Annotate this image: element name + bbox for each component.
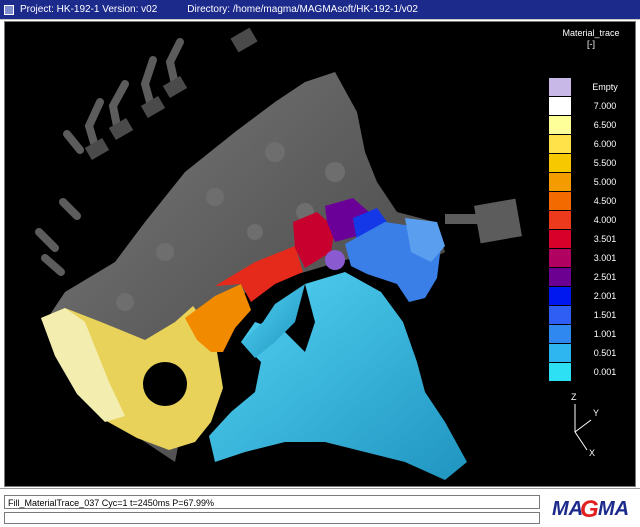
legend-unit: [-] bbox=[587, 39, 595, 49]
legend-swatch bbox=[549, 268, 571, 286]
legend-label: 5.500 bbox=[593, 158, 617, 168]
axis-x-label: X bbox=[589, 448, 596, 458]
casting-bore bbox=[143, 362, 187, 406]
status-secondary-field bbox=[4, 512, 540, 524]
legend-label: 0.501 bbox=[593, 348, 617, 358]
color-legend: Material_trace [-] Empty 7.000 6.500 6.000 5… bbox=[545, 28, 635, 388]
status-bar: Fill_MaterialTrace_037 Cyc=1 t=2450ms P=… bbox=[0, 488, 640, 527]
legend-label: 5.000 bbox=[593, 177, 617, 187]
legend-label: 2.001 bbox=[593, 291, 617, 301]
legend-label: 2.501 bbox=[593, 272, 617, 282]
legend-label: 1.001 bbox=[593, 329, 617, 339]
legend-entry: 5.000 bbox=[545, 173, 635, 191]
legend-swatch bbox=[549, 192, 571, 210]
status-message: Fill_MaterialTrace_037 Cyc=1 t=2450ms P=… bbox=[4, 495, 540, 509]
legend-entry: 2.001 bbox=[545, 287, 635, 305]
legend-entry: 5.500 bbox=[545, 154, 635, 172]
legend-label: 6.000 bbox=[593, 139, 617, 149]
legend-swatch bbox=[549, 135, 571, 153]
legend-entry: 7.000 bbox=[545, 97, 635, 115]
legend-label: 0.001 bbox=[593, 367, 617, 377]
violet-plug bbox=[325, 250, 345, 270]
legend-entry: 0.001 bbox=[545, 363, 635, 381]
legend-entry: 0.501 bbox=[545, 344, 635, 362]
window-menu-icon[interactable] bbox=[4, 4, 14, 15]
magma-logo: MA G MA bbox=[548, 493, 632, 523]
legend-swatch bbox=[549, 325, 571, 343]
legend-entry: 3.001 bbox=[545, 249, 635, 267]
legend-swatch bbox=[549, 154, 571, 172]
legend-entry: 4.500 bbox=[545, 192, 635, 210]
casting-model bbox=[35, 27, 522, 480]
legend-entry: 1.501 bbox=[545, 306, 635, 324]
legend-label: 3.501 bbox=[593, 234, 617, 244]
legend-entry: 6.500 bbox=[545, 116, 635, 134]
legend-swatch bbox=[549, 249, 571, 267]
legend-swatch bbox=[549, 116, 571, 134]
svg-text:G: G bbox=[580, 496, 599, 523]
legend-entry: 4.000 bbox=[545, 211, 635, 229]
legend-entry: 3.501 bbox=[545, 230, 635, 248]
directory-label: Directory: /home/magma/MAGMAsoft/HK-192-… bbox=[187, 3, 418, 15]
legend-entry: 6.000 bbox=[545, 135, 635, 153]
legend-swatch bbox=[549, 363, 571, 381]
title-bar: Project: HK-192-1 Version: v02 Directory… bbox=[0, 0, 640, 20]
legend-label: 1.501 bbox=[593, 310, 617, 320]
legend-swatch bbox=[549, 78, 571, 96]
overflow-arm bbox=[445, 198, 522, 244]
legend-swatch bbox=[549, 230, 571, 248]
3d-viewport[interactable]: Material_trace [-] Empty 7.000 6.500 6.000 5… bbox=[4, 21, 636, 487]
legend-title: Material_trace bbox=[562, 28, 620, 38]
legend-swatch bbox=[549, 287, 571, 305]
svg-text:MA: MA bbox=[552, 498, 583, 520]
legend-swatch bbox=[549, 97, 571, 115]
legend-label: Empty bbox=[592, 82, 618, 92]
legend-label: 7.000 bbox=[593, 101, 617, 111]
svg-text:MA: MA bbox=[598, 498, 629, 520]
axis-triad-icon bbox=[574, 404, 592, 451]
legend-swatch bbox=[549, 344, 571, 362]
axis-z-label: Z bbox=[571, 392, 577, 402]
axis-triad: Z Y X bbox=[553, 392, 613, 462]
legend-swatch bbox=[549, 211, 571, 229]
legend-label: 4.500 bbox=[593, 196, 617, 206]
project-label: Project: HK-192-1 Version: v02 bbox=[20, 3, 158, 15]
legend-swatch bbox=[549, 306, 571, 324]
legend-swatch bbox=[549, 173, 571, 191]
legend-label: 4.000 bbox=[593, 215, 617, 225]
legend-entry: 1.001 bbox=[545, 325, 635, 343]
legend-entry: Empty bbox=[545, 78, 635, 96]
legend-label: 3.001 bbox=[593, 253, 617, 263]
legend-label: 6.500 bbox=[593, 120, 617, 130]
legend-entry: 2.501 bbox=[545, 268, 635, 286]
axis-y-label: Y bbox=[593, 408, 600, 418]
